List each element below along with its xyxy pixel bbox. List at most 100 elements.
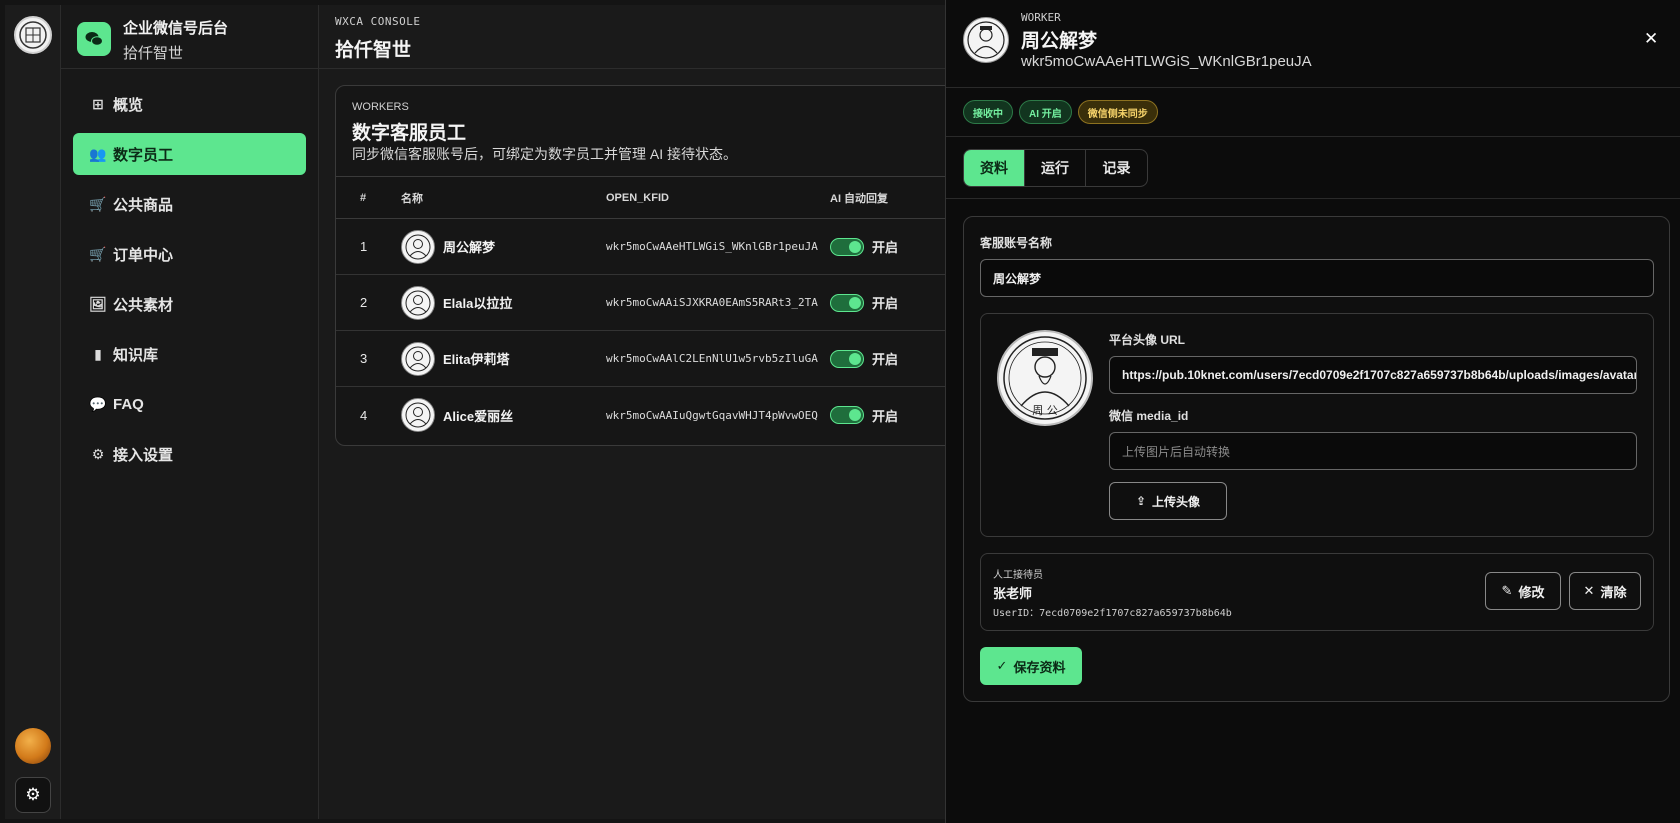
column-header-ai: AI 自动回复 xyxy=(830,192,889,205)
sidebar-item-label: FAQ xyxy=(113,395,144,413)
table-row[interactable]: 2 Elala以拉拉 wkr5moCwAAiSJXKRA0EAmS5RARt3_2T… xyxy=(336,275,974,331)
worker-avatar xyxy=(963,17,1009,63)
sidebar-item-6[interactable]: 💬 FAQ xyxy=(73,383,306,425)
table-header: # 名称 OPEN_KFID AI 自动回复 xyxy=(336,177,974,219)
status-badge: 接收中 xyxy=(963,100,1013,124)
sidebar: 企业微信号后台 拾仟智世 ⊞ 概览 👥 数字员工 🛒 公共商品 🛒 订单中心 🖼 公共素材 ▮ 知识库… xyxy=(61,5,319,819)
media-id-field[interactable]: 上传图片后自动转换 xyxy=(1109,432,1637,470)
row-ai-cell: 开启 xyxy=(830,349,898,368)
row-kfid: wkr5moCwAAiSJXKRA0EAmS5RARt3_2TA xyxy=(606,296,818,309)
user-avatar[interactable] xyxy=(15,728,51,764)
gear-icon[interactable]: ⚙ xyxy=(15,777,51,813)
main-header: WXCA CONSOLE 拾仟智世 xyxy=(319,5,945,69)
check-icon: ✓ xyxy=(996,658,1008,673)
ai-toggle[interactable] xyxy=(830,237,864,256)
workers-card: WORKERS 数字客服员工 同步微信客服账号后，可绑定为数字员工并管理 AI … xyxy=(335,85,975,446)
table-body: 1 周公解梦 wkr5moCwAAeHTLWGiS_WKnlGBr1peuJA 开启 2… xyxy=(336,219,974,443)
upload-icon: ⇪ xyxy=(1135,494,1147,508)
tab-1[interactable]: 运行 xyxy=(1025,150,1086,186)
row-name: Elala以拉拉 xyxy=(443,296,513,311)
sidebar-item-1[interactable]: 👥 数字员工 xyxy=(73,133,306,175)
row-index: 1 xyxy=(360,239,368,254)
svg-text:周 公: 周 公 xyxy=(1032,404,1058,417)
ai-toggle[interactable] xyxy=(830,349,864,368)
sidebar-item-3[interactable]: 🛒 订单中心 xyxy=(73,233,306,275)
edit-icon: ✎ xyxy=(1501,583,1513,598)
status-badge: 微信侧未同步 xyxy=(1077,100,1158,124)
drawer-header: WORKER 周公解梦 wkr5moCwAAeHTLWGiS_WKnlGBr1p… xyxy=(946,0,1680,88)
column-header-index: # xyxy=(360,191,367,204)
row-name: Alice爱丽丝 xyxy=(443,408,514,424)
brand-subtitle: 拾仟智世 xyxy=(123,45,184,62)
row-kfid: wkr5moCwAAIuQgwtGqavWHJT4pWvwOEQ xyxy=(606,408,818,422)
card-eyebrow: WORKERS xyxy=(352,101,409,113)
sidebar-item-label: 订单中心 xyxy=(113,246,174,264)
edit-label: 修改 xyxy=(1518,584,1545,600)
sidebar-item-label: 知识库 xyxy=(113,346,159,364)
worker-drawer: WORKER 周公解梦 wkr5moCwAAeHTLWGiS_WKnlGBr1p… xyxy=(945,0,1680,823)
row-ai-cell: 开启 xyxy=(830,293,898,312)
row-name-cell: Alice爱丽丝 xyxy=(401,398,606,432)
row-index: 3 xyxy=(360,351,368,366)
agent-name: 张老师 xyxy=(993,586,1033,601)
drawer-kfid: wkr5moCwAAeHTLWGiS_WKnlGBr1peuJA xyxy=(1021,53,1312,70)
row-name: 周公解梦 xyxy=(443,240,496,255)
upload-avatar-button[interactable]: ⇪ 上传头像 xyxy=(1109,482,1227,520)
avatar-url-field[interactable]: https://pub.10knet.com/users/7ecd0709e2f… xyxy=(1109,356,1637,394)
cart-icon: 🛒 xyxy=(89,195,107,212)
media-id-label: 微信 media_id xyxy=(1109,409,1189,423)
drawer-eyebrow: WORKER xyxy=(1021,11,1061,24)
row-ai-cell: 开启 xyxy=(830,237,898,256)
worker-avatar xyxy=(401,398,435,432)
sidebar-item-5[interactable]: ▮ 知识库 xyxy=(73,333,306,375)
row-name: Elita伊莉塔 xyxy=(443,352,510,367)
table-row[interactable]: 4 Alice爱丽丝 wkr5moCwAAIuQgwtGqavWHJT4pWvwOE… xyxy=(336,387,974,443)
sidebar-item-7[interactable]: ⚙ 接入设置 xyxy=(73,433,306,475)
row-name-cell: Elita伊莉塔 xyxy=(401,341,606,376)
save-profile-button[interactable]: ✓ 保存资料 xyxy=(980,647,1082,685)
sidebar-item-0[interactable]: ⊞ 概览 xyxy=(73,83,306,125)
tab-0[interactable]: 资料 xyxy=(964,150,1025,186)
ai-toggle[interactable] xyxy=(830,293,864,312)
seal-logo-icon[interactable] xyxy=(14,16,52,54)
upload-label: 上传头像 xyxy=(1152,494,1201,509)
cart-icon: 🛒 xyxy=(89,245,107,262)
tabs-row: 资料 运行 记录 xyxy=(946,137,1680,199)
column-header-kfid: OPEN_KFID xyxy=(606,191,669,204)
clear-agent-button[interactable]: ✕ 清除 xyxy=(1569,572,1641,610)
sidebar-item-label: 数字员工 xyxy=(113,146,174,164)
x-icon: ✕ xyxy=(1583,583,1595,598)
row-index: 4 xyxy=(360,407,368,423)
table-row[interactable]: 1 周公解梦 wkr5moCwAAeHTLWGiS_WKnlGBr1peuJA 开启 xyxy=(336,219,974,275)
drawer-tabs: 资料 运行 记录 xyxy=(963,149,1148,187)
edit-agent-button[interactable]: ✎ 修改 xyxy=(1485,572,1561,610)
clear-label: 清除 xyxy=(1600,584,1627,600)
row-name-cell: Elala以拉拉 xyxy=(401,285,606,320)
worker-avatar-large: 周 公 xyxy=(997,330,1093,426)
status-badges: 接收中 AI 开启 微信侧未同步 xyxy=(946,88,1680,137)
card-description: 同步微信客服账号后，可绑定为数字员工并管理 AI 接待状态。 xyxy=(352,146,738,162)
status-badge: AI 开启 xyxy=(1019,100,1072,124)
ai-status: 开启 xyxy=(872,352,899,367)
ai-status: 开启 xyxy=(872,296,899,311)
profile-panel: 客服账号名称 周公解梦 周 公 平台头像 URL https://pub.10k… xyxy=(963,216,1670,702)
chat-bubble-icon xyxy=(77,22,111,56)
main-content: WXCA CONSOLE 拾仟智世 WORKERS 数字客服员工 同步微信客服账… xyxy=(319,5,975,819)
book-icon: ▮ xyxy=(94,345,102,362)
sidebar-item-label: 公共素材 xyxy=(113,296,174,314)
sidebar-item-2[interactable]: 🛒 公共商品 xyxy=(73,183,306,225)
name-field[interactable]: 周公解梦 xyxy=(980,259,1654,297)
image-icon: 🖼 xyxy=(89,295,107,312)
console-label: WXCA CONSOLE xyxy=(335,15,421,28)
column-header-name: 名称 xyxy=(401,192,423,205)
ai-toggle[interactable] xyxy=(830,406,864,424)
tab-2[interactable]: 记录 xyxy=(1086,150,1147,186)
table-row[interactable]: 3 Elita伊莉塔 wkr5moCwAAlC2LEnNlU1w5rvb5zIluG… xyxy=(336,331,974,387)
name-label: 客服账号名称 xyxy=(980,236,1053,250)
row-kfid: wkr5moCwAAlC2LEnNlU1w5rvb5zIluGA xyxy=(606,352,818,365)
row-name-cell: 周公解梦 xyxy=(401,229,606,264)
sidebar-item-label: 接入设置 xyxy=(113,446,174,464)
grid-icon: ⊞ xyxy=(92,95,104,112)
close-icon[interactable]: ✕ xyxy=(1644,29,1658,49)
sidebar-item-4[interactable]: 🖼 公共素材 xyxy=(73,283,306,325)
